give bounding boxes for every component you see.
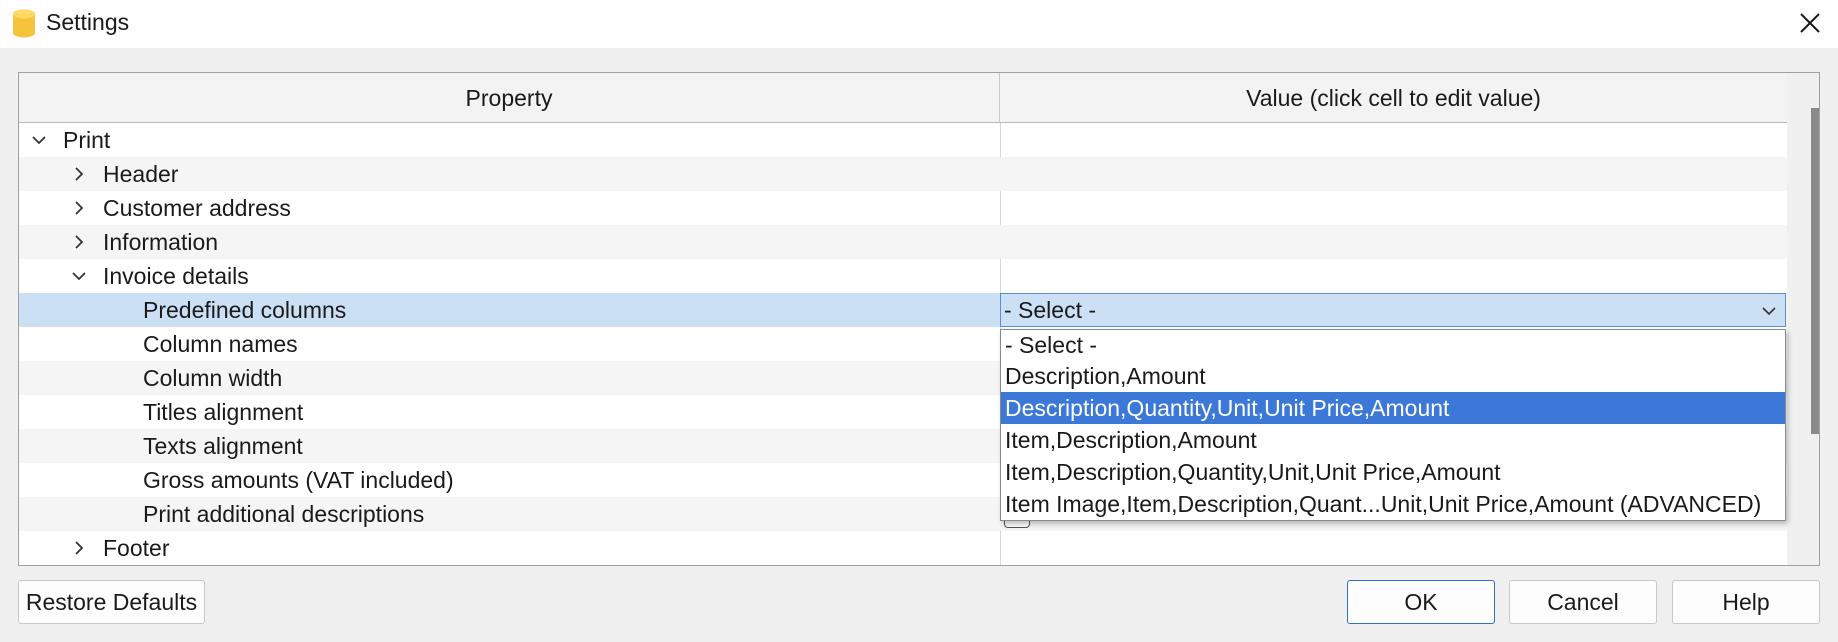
property-cell[interactable]: Footer — [19, 531, 1000, 565]
scrollbar-thumb[interactable] — [1811, 108, 1819, 434]
property-cell[interactable]: Predefined columns — [19, 293, 1000, 327]
value-column-header[interactable]: Value (click cell to edit value) — [1000, 73, 1787, 123]
dropdown-option[interactable]: Item,Description,Amount — [1001, 424, 1785, 456]
value-cell[interactable] — [1000, 531, 1787, 565]
property-label: Predefined columns — [143, 296, 347, 324]
value-cell[interactable] — [1000, 123, 1787, 157]
chevron-down-icon[interactable] — [69, 266, 89, 286]
title-bar: Settings — [0, 0, 1838, 48]
predefined-columns-combo[interactable]: - Select - — [1000, 293, 1786, 327]
print-additional-descriptions-checkbox[interactable] — [1004, 520, 1030, 528]
chevron-down-icon[interactable] — [1759, 301, 1779, 321]
chevron-right-icon[interactable] — [69, 164, 89, 184]
property-column-header[interactable]: Property — [19, 73, 1000, 123]
property-label: Print additional descriptions — [143, 500, 425, 527]
combo-dropdown-list: - Select - Description,Amount Description,… — [1000, 329, 1786, 521]
close-button[interactable] — [1788, 4, 1832, 42]
property-cell[interactable]: Print additional descriptions — [19, 497, 1000, 531]
property-cell[interactable]: Header — [19, 157, 1000, 191]
chevron-right-icon[interactable] — [69, 232, 89, 252]
help-button[interactable]: Help — [1672, 580, 1820, 624]
cancel-button[interactable]: Cancel — [1509, 580, 1657, 624]
property-label: Gross amounts (VAT included) — [143, 466, 454, 493]
chevron-right-icon[interactable] — [69, 538, 89, 558]
table-row[interactable]: Invoice details — [19, 259, 1787, 293]
dropdown-option[interactable]: Item,Description,Quantity,Unit,Unit Pric… — [1001, 456, 1785, 488]
property-cell[interactable]: Titles alignment — [19, 395, 1000, 429]
property-cell[interactable]: Invoice details — [19, 259, 1000, 293]
chevron-down-icon[interactable] — [29, 130, 49, 150]
value-cell[interactable] — [1000, 259, 1787, 293]
property-label: Print — [63, 126, 111, 153]
property-label: Titles alignment — [143, 398, 304, 425]
window-title: Settings — [46, 9, 130, 35]
table-header: Property Value (click cell to edit value… — [19, 73, 1787, 123]
dropdown-option[interactable]: - Select - — [1001, 330, 1785, 360]
dropdown-option[interactable]: Description,Quantity,Unit,Unit Price,Amo… — [1001, 392, 1785, 424]
restore-defaults-button[interactable]: Restore Defaults — [18, 580, 205, 624]
property-label: Column width — [143, 364, 283, 391]
property-label: Customer address — [103, 194, 291, 221]
vertical-scrollbar[interactable] — [1787, 73, 1819, 565]
chevron-right-icon[interactable] — [69, 198, 89, 218]
property-cell[interactable]: Texts alignment — [19, 429, 1000, 463]
property-cell[interactable]: Customer address — [19, 191, 1000, 225]
close-icon — [1800, 13, 1820, 33]
dropdown-option[interactable]: Description,Amount — [1001, 360, 1785, 392]
value-cell[interactable] — [1000, 157, 1787, 191]
property-label: Column names — [143, 330, 298, 357]
property-cell[interactable]: Column width — [19, 361, 1000, 395]
app-database-icon — [13, 9, 35, 38]
property-label: Footer — [103, 534, 170, 561]
combo-selected-value: - Select - — [1004, 296, 1097, 323]
table-row[interactable]: Print — [19, 123, 1787, 157]
property-cell[interactable]: Information — [19, 225, 1000, 259]
table-row[interactable]: Customer address — [19, 191, 1787, 225]
value-cell[interactable] — [1000, 191, 1787, 225]
table-row[interactable]: Footer — [19, 531, 1787, 565]
value-cell[interactable] — [1000, 225, 1787, 259]
property-label: Header — [103, 160, 179, 187]
property-cell[interactable]: Gross amounts (VAT included) — [19, 463, 1000, 497]
property-label: Texts alignment — [143, 432, 303, 459]
dropdown-option[interactable]: Item Image,Item,Description,Quant...Unit… — [1001, 488, 1785, 520]
table-row[interactable]: Information — [19, 225, 1787, 259]
table-row[interactable]: Header — [19, 157, 1787, 191]
property-cell[interactable]: Print — [19, 123, 1000, 157]
property-label: Information — [103, 228, 219, 255]
ok-button[interactable]: OK — [1347, 580, 1495, 624]
property-cell[interactable]: Column names — [19, 327, 1000, 361]
property-label: Invoice details — [103, 262, 249, 289]
